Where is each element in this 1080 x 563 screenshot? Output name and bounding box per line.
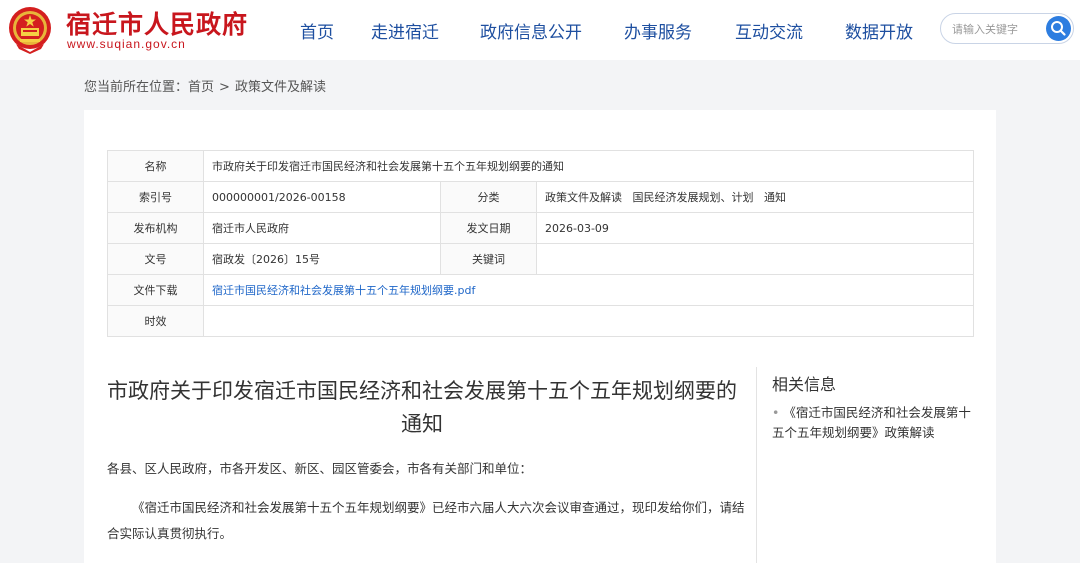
breadcrumb-separator: >: [219, 80, 230, 95]
table-row: 索引号 000000001/2026-00158 分类 政策文件及解读 国民经济…: [107, 181, 975, 213]
date-value: 2026-03-09: [535, 212, 975, 244]
index-value: 000000001/2026-00158: [203, 181, 441, 213]
keyword-label: 关键词: [440, 243, 537, 275]
bullet-icon: •: [772, 405, 780, 420]
table-row: 发布机构 宿迁市人民政府 发文日期 2026-03-09: [107, 212, 975, 244]
nav-open-data[interactable]: 数据开放: [845, 18, 913, 43]
site-domain: www.suqian.gov.cn: [67, 37, 186, 51]
related-info-title: 相关信息: [772, 375, 837, 394]
site-title[interactable]: 宿迁市人民政府: [66, 5, 248, 41]
validity-value: [202, 305, 975, 337]
search-input[interactable]: [952, 20, 1040, 38]
keyword-value: [535, 243, 975, 275]
related-info-label[interactable]: 《宿迁市国民经济和社会发展第十五个五年规划纲要》政策解读: [772, 405, 971, 440]
date-label: 发文日期: [440, 212, 537, 244]
article-body: 《宿迁市国民经济和社会发展第十五个五年规划纲要》已经市六届人大六次会议审查通过，…: [107, 500, 745, 541]
issuer-value: 宿迁市人民政府: [203, 212, 441, 244]
related-info-item[interactable]: • 《宿迁市国民经济和社会发展第十五个五年规划纲要》政策解读: [772, 403, 982, 443]
docno-value: 宿政发〔2026〕15号: [203, 243, 441, 275]
breadcrumb-home[interactable]: 首页: [188, 80, 214, 95]
document-meta-table: 名称 市政府关于印发宿迁市国民经济和社会发展第十五个五年规划纲要的通知 索引号 …: [107, 150, 975, 337]
category-label: 分类: [440, 181, 537, 213]
breadcrumb-prefix: 您当前所在位置：: [84, 80, 189, 95]
category-value: 政策文件及解读 国民经济发展规划、计划 通知: [535, 181, 975, 213]
download-cell: 宿迁市国民经济和社会发展第十五个五年规划纲要.pdf: [202, 274, 975, 306]
name-value: 市政府关于印发宿迁市国民经济和社会发展第十五个五年规划纲要的通知: [202, 150, 975, 182]
docno-label: 文号: [107, 243, 204, 275]
nav-services[interactable]: 办事服务: [624, 18, 692, 43]
issuer-label: 发布机构: [107, 212, 204, 244]
article-recipients: 各县、区人民政府，市各开发区、新区、园区管委会，市各有关部门和单位：: [107, 461, 533, 476]
breadcrumb: 您当前所在位置：首页 > 政策文件及解读: [84, 76, 326, 95]
table-row: 时效: [107, 305, 975, 337]
index-label: 索引号: [107, 181, 204, 213]
search-button[interactable]: [1046, 16, 1071, 41]
download-label: 文件下载: [107, 274, 204, 306]
download-pdf-link[interactable]: 宿迁市国民经济和社会发展第十五个五年规划纲要.pdf: [212, 284, 475, 297]
table-row: 名称 市政府关于印发宿迁市国民经济和社会发展第十五个五年规划纲要的通知: [107, 150, 975, 182]
table-row: 文件下载 宿迁市国民经济和社会发展第十五个五年规划纲要.pdf: [107, 274, 975, 306]
content-card: 名称 市政府关于印发宿迁市国民经济和社会发展第十五个五年规划纲要的通知 索引号 …: [84, 110, 996, 563]
name-label: 名称: [107, 150, 204, 182]
nav-interaction[interactable]: 互动交流: [735, 18, 803, 43]
table-row: 文号 宿政发〔2026〕15号 关键词: [107, 243, 975, 275]
article-title: 市政府关于印发宿迁市国民经济和社会发展第十五个五年规划纲要的通知: [107, 379, 737, 436]
nav-gov-info[interactable]: 政府信息公开: [480, 18, 582, 43]
national-emblem-icon: [9, 7, 51, 54]
breadcrumb-policy-files[interactable]: 政策文件及解读: [235, 80, 326, 95]
search-box: [940, 13, 1074, 44]
column-divider: [756, 367, 757, 563]
validity-label: 时效: [107, 305, 204, 337]
nav-home[interactable]: 首页: [300, 18, 334, 43]
search-icon: [1051, 21, 1066, 36]
nav-about-suqian[interactable]: 走进宿迁: [371, 18, 439, 43]
site-header: 宿迁市人民政府 www.suqian.gov.cn 首页 走进宿迁 政府信息公开…: [0, 0, 1080, 60]
